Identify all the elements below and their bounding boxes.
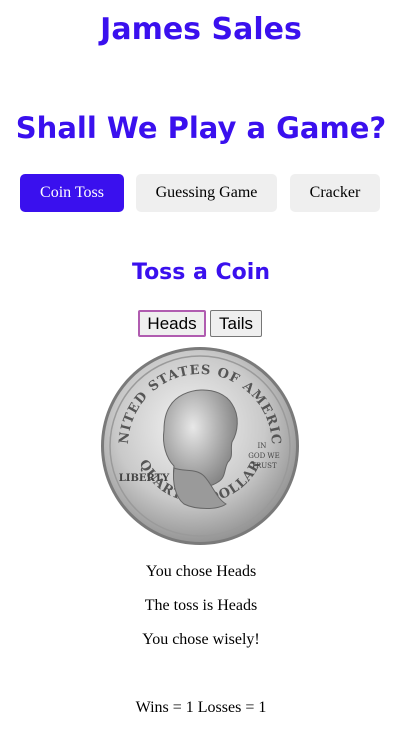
svg-text:IN: IN [258,442,267,450]
choice-message: You chose Heads [145,563,257,580]
coin-liberty-text: LIBERTY [119,473,170,484]
site-title: James Sales [100,12,302,47]
score-display: Wins = 1 Losses = 1 [135,699,267,716]
guessing-game-tab[interactable]: Guessing Game [136,174,277,212]
choice-buttons: Heads Tails [0,310,402,337]
svg-text:GOD WE: GOD WE [248,452,279,460]
cracker-tab[interactable]: Cracker [290,174,380,212]
page-heading: Shall We Play a Game? [15,111,387,145]
tails-button[interactable]: Tails [210,310,262,337]
toss-message: The toss is Heads [144,597,258,614]
quarter-coin-image: UNITED STATES OF AMERICA QUARTER DOLLAR … [100,346,299,545]
section-title: Toss a Coin [131,260,270,285]
game-nav: Coin Toss Guessing Game Cracker [0,174,402,212]
heads-button[interactable]: Heads [138,310,206,337]
coin-toss-tab[interactable]: Coin Toss [20,174,124,212]
result-message: You chose wisely! [142,631,260,648]
svg-text:TRUST: TRUST [251,462,277,470]
